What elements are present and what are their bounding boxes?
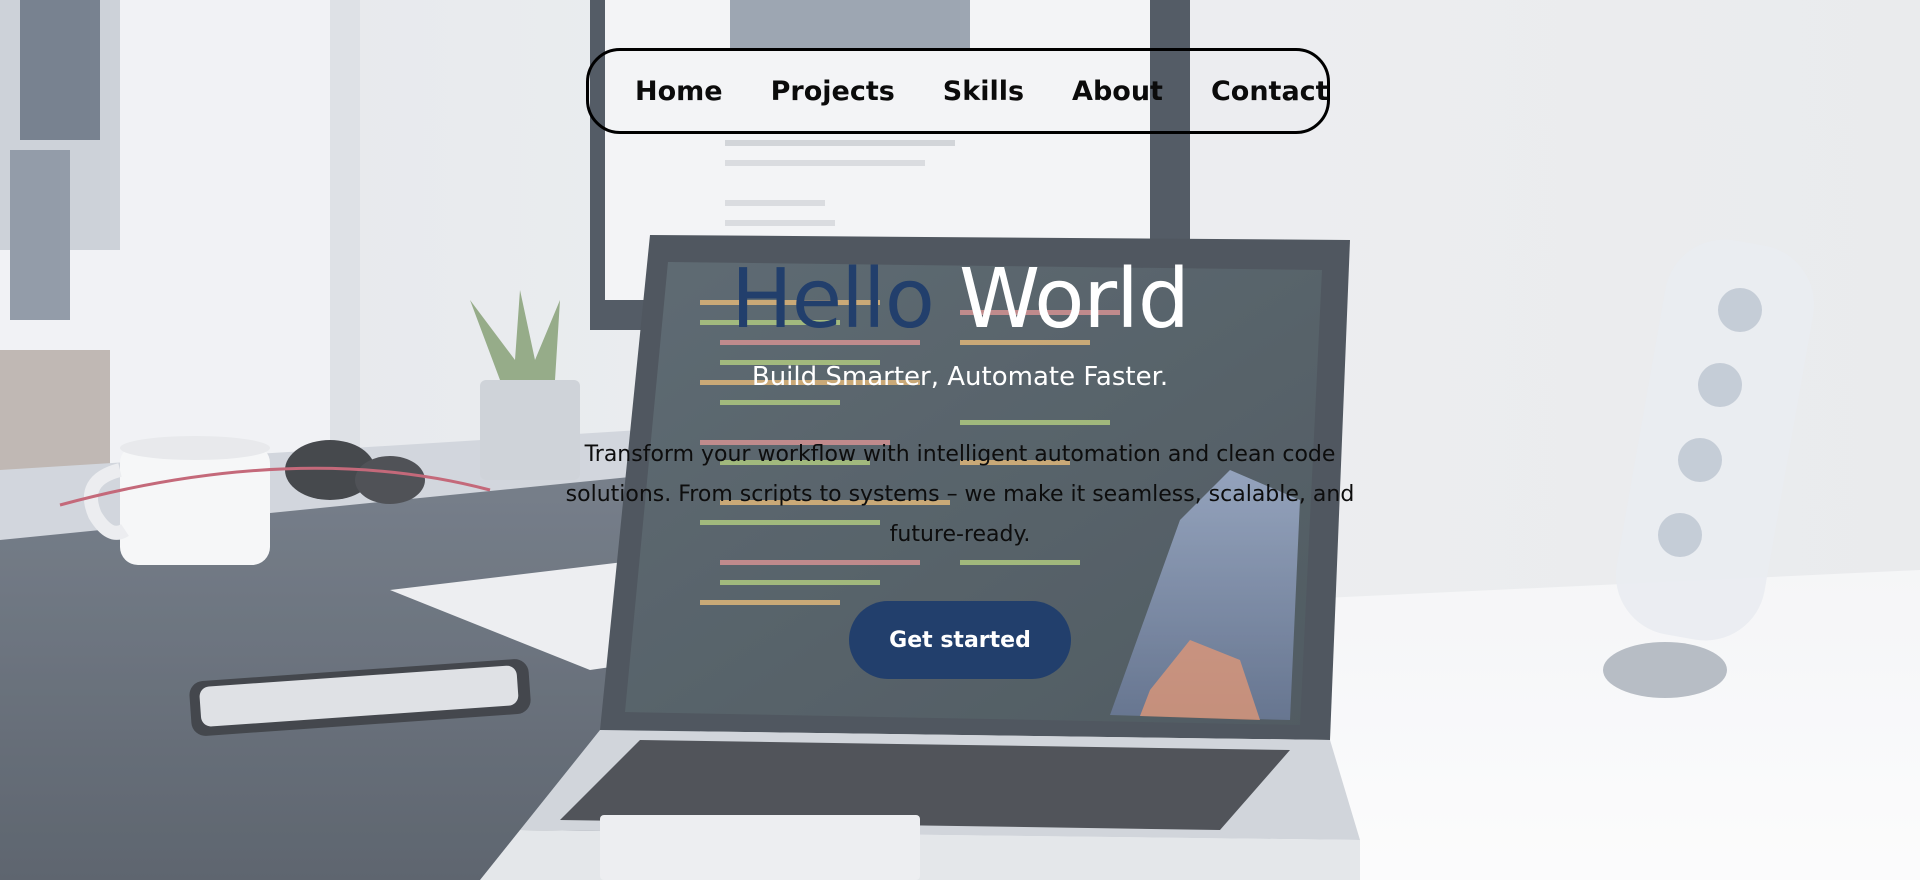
hero-headline: Hello World xyxy=(0,250,1920,350)
hero-subtitle: Build Smarter, Automate Faster. xyxy=(751,362,1169,392)
nav-item-about[interactable]: About xyxy=(1072,76,1163,107)
headline-world: World xyxy=(958,252,1190,347)
get-started-button[interactable]: Get started xyxy=(849,601,1071,679)
hero-description: Transform your workflow with intelligent… xyxy=(565,442,1355,547)
nav-item-home[interactable]: Home xyxy=(635,76,723,107)
nav-item-contact[interactable]: Contact xyxy=(1211,76,1329,107)
nav-item-skills[interactable]: Skills xyxy=(943,76,1024,107)
headline-hello: Hello xyxy=(731,252,935,347)
main-nav: Home Projects Skills About Contact xyxy=(586,48,1330,134)
hero-section: Home Projects Skills About Contact Hello… xyxy=(0,0,1920,880)
nav-item-projects[interactable]: Projects xyxy=(771,76,895,107)
